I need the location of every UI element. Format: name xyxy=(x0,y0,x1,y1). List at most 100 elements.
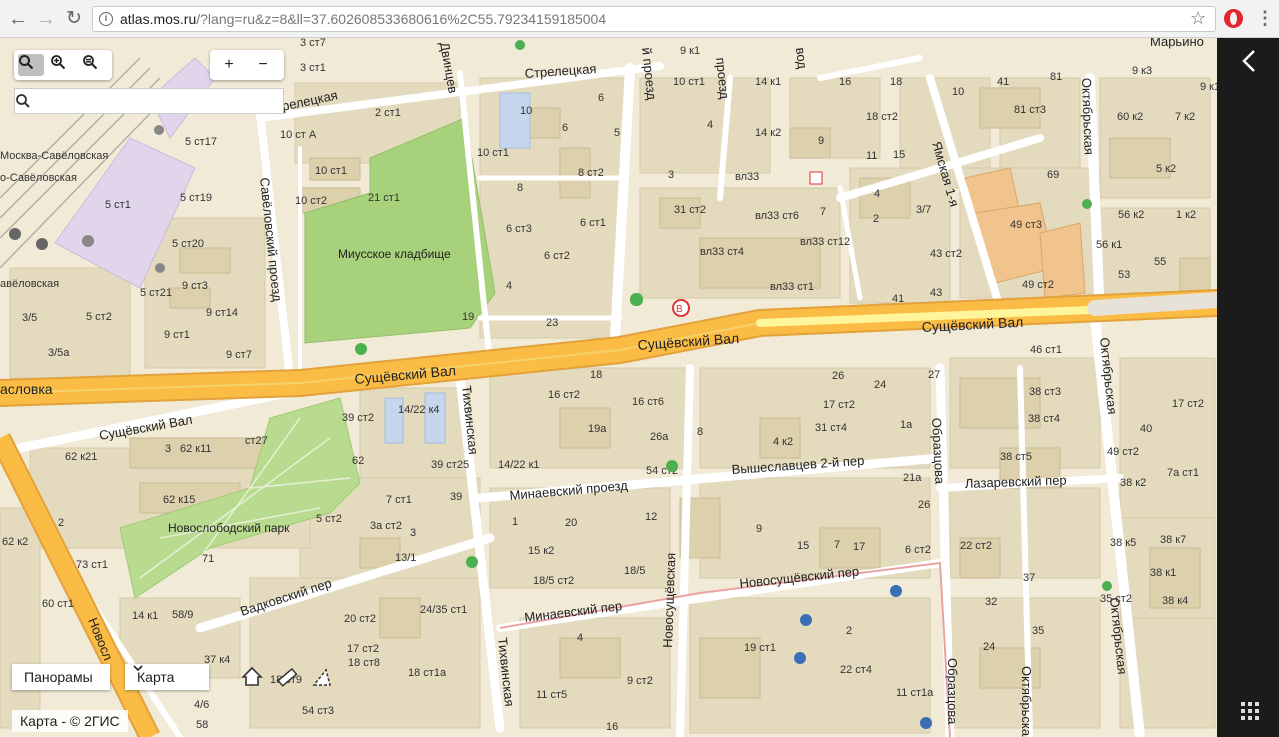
house-number-label: 3 xyxy=(165,443,171,455)
apps-grid-icon[interactable] xyxy=(1241,702,1259,720)
label-cemetery: Миусское кладбище xyxy=(338,247,451,261)
ruler-icon[interactable] xyxy=(276,666,298,688)
house-number-label: 18/5 ст2 xyxy=(533,575,574,587)
house-number-label: 3 xyxy=(668,169,674,181)
chevron-left-icon[interactable] xyxy=(1237,48,1261,74)
search-icon[interactable] xyxy=(15,93,31,109)
search-input[interactable] xyxy=(19,91,258,113)
bookmark-star-icon[interactable]: ☆ xyxy=(1190,9,1206,27)
house-number-label: 17 ст2 xyxy=(1172,398,1204,410)
house-number-label: 58/9 xyxy=(172,609,193,621)
house-number-label: 62 к21 xyxy=(65,451,97,463)
menu-dots-icon[interactable]: ⋮ xyxy=(1256,8,1274,28)
house-number-label: 24 xyxy=(874,379,886,391)
address-bar[interactable]: i atlas.mos.ru/?lang=ru&z=8&ll=37.602608… xyxy=(92,6,1216,32)
house-number-label: 18 ст1а xyxy=(408,667,447,679)
house-number-label: 23 xyxy=(546,317,558,329)
house-number-label: 11 ст1а xyxy=(896,687,934,699)
metro-icon-1 xyxy=(9,228,21,240)
house-number-label: 58 xyxy=(196,719,208,731)
house-number-label: 16 xyxy=(839,76,851,88)
side-panel xyxy=(1217,38,1279,737)
house-number-label: 39 xyxy=(450,491,462,503)
info-icon[interactable]: i xyxy=(99,12,113,26)
map-view[interactable]: Стрелецкая Стрелецкая Двинцев Савёловски… xyxy=(0,38,1217,737)
chevron-down-icon xyxy=(133,665,143,672)
house-number-label: 4 xyxy=(577,632,583,644)
house-number-label: 41 xyxy=(892,293,904,305)
house-number-label: 17 xyxy=(853,541,865,553)
house-number-label: 18 ст8 xyxy=(348,657,380,669)
house-number-label: 62 к15 xyxy=(163,494,195,506)
house-number-label: 9 ст14 xyxy=(206,307,238,319)
street-maryino: Марьино xyxy=(1150,38,1204,49)
hospital-icon xyxy=(809,171,823,185)
fuel-station-icon-4 xyxy=(466,556,478,568)
house-number-label: 38 к4 xyxy=(1162,595,1188,607)
house-number-label: 38 к7 xyxy=(1160,534,1186,546)
house-number-label: 16 xyxy=(606,721,618,733)
label-station-2: о-Савёловская xyxy=(0,172,77,184)
search-box xyxy=(14,88,284,114)
house-number-label: 12 xyxy=(645,511,657,523)
house-number-label: 21 ст1 xyxy=(368,192,400,204)
house-number-label: 6 ст2 xyxy=(544,250,570,262)
layer-select-button[interactable]: Карта xyxy=(125,664,209,690)
house-number-label: 5 ст20 xyxy=(172,238,204,250)
house-number-label: 16 ст2 xyxy=(548,389,580,401)
house-number-label: 60 к2 xyxy=(1117,111,1143,123)
zoom-area-in-button[interactable] xyxy=(50,54,76,76)
park-icon xyxy=(1082,199,1092,209)
house-number-label: 81 ст3 xyxy=(1014,104,1046,116)
house-number-label: 41 xyxy=(997,76,1009,88)
house-number-label: 14/22 к1 xyxy=(498,459,540,471)
house-number-label: 17 ст2 xyxy=(823,399,855,411)
university-icon xyxy=(890,585,902,597)
house-number-label: 32 xyxy=(985,596,997,608)
house-number-label: 7 xyxy=(834,539,840,551)
house-number-label: 14 к2 xyxy=(755,127,781,139)
label-station-3: авёловская xyxy=(0,278,59,290)
house-number-label: 43 ст2 xyxy=(930,248,962,260)
zoom-in-button[interactable]: + xyxy=(216,54,242,76)
zoom-control: + − xyxy=(210,50,284,80)
street-oktyabrskaya-top: Октябрьская xyxy=(1079,78,1097,156)
house-number-label: 49 ст2 xyxy=(1022,279,1054,291)
house-number-label: 18 xyxy=(890,76,902,88)
search-tool-button[interactable] xyxy=(18,54,44,76)
panorama-button[interactable]: Панорамы xyxy=(12,664,110,690)
zoom-area-out-button[interactable] xyxy=(82,54,108,76)
house-number-label: 10 xyxy=(952,86,964,98)
house-number-label: 10 ст2 xyxy=(295,195,327,207)
zoom-out-magnifier-icon xyxy=(83,55,98,70)
opera-icon[interactable] xyxy=(1224,9,1243,28)
zoom-out-button[interactable]: − xyxy=(250,54,276,76)
house-number-label: 4 xyxy=(707,119,713,131)
street-obraztsova-bottom: Образцова xyxy=(945,658,960,725)
fuel-station-icon-3 xyxy=(666,460,678,472)
house-number-label: 2 xyxy=(846,625,852,637)
home-icon[interactable] xyxy=(241,666,263,688)
house-number-label: 54 ст3 xyxy=(302,705,334,717)
house-number-label: 10 ст1 xyxy=(477,147,509,159)
area-measure-icon[interactable] xyxy=(311,666,333,688)
house-number-label: 9 к1 xyxy=(1200,81,1217,93)
house-number-label: 5 к2 xyxy=(1156,163,1176,175)
map-canvas[interactable]: Стрелецкая Стрелецкая Двинцев Савёловски… xyxy=(0,38,1217,737)
house-number-label: 22 ст4 xyxy=(840,664,872,676)
house-number-label: 38 к1 xyxy=(1150,567,1176,579)
house-number-label: 7 ст1 xyxy=(386,494,412,506)
url-text[interactable]: atlas.mos.ru/?lang=ru&z=8&ll=37.60260853… xyxy=(120,11,606,27)
university-icon-2 xyxy=(920,717,932,729)
reload-icon[interactable]: ↻ xyxy=(62,7,86,31)
arrow-left-icon[interactable]: ← xyxy=(6,7,30,31)
house-number-label: 55 xyxy=(1154,256,1166,268)
browser-toolbar: ← → ↻ i atlas.mos.ru/?lang=ru&z=8&ll=37.… xyxy=(0,0,1279,38)
house-number-label: 15 к2 xyxy=(528,545,554,557)
metro-icon-2 xyxy=(36,238,48,250)
arrow-right-icon[interactable]: → xyxy=(34,7,58,31)
house-number-label: 71 xyxy=(202,553,214,565)
house-number-label: 5 ст19 xyxy=(180,192,212,204)
house-number-label: 73 ст1 xyxy=(76,559,108,571)
house-number-label: 21а xyxy=(903,472,922,484)
